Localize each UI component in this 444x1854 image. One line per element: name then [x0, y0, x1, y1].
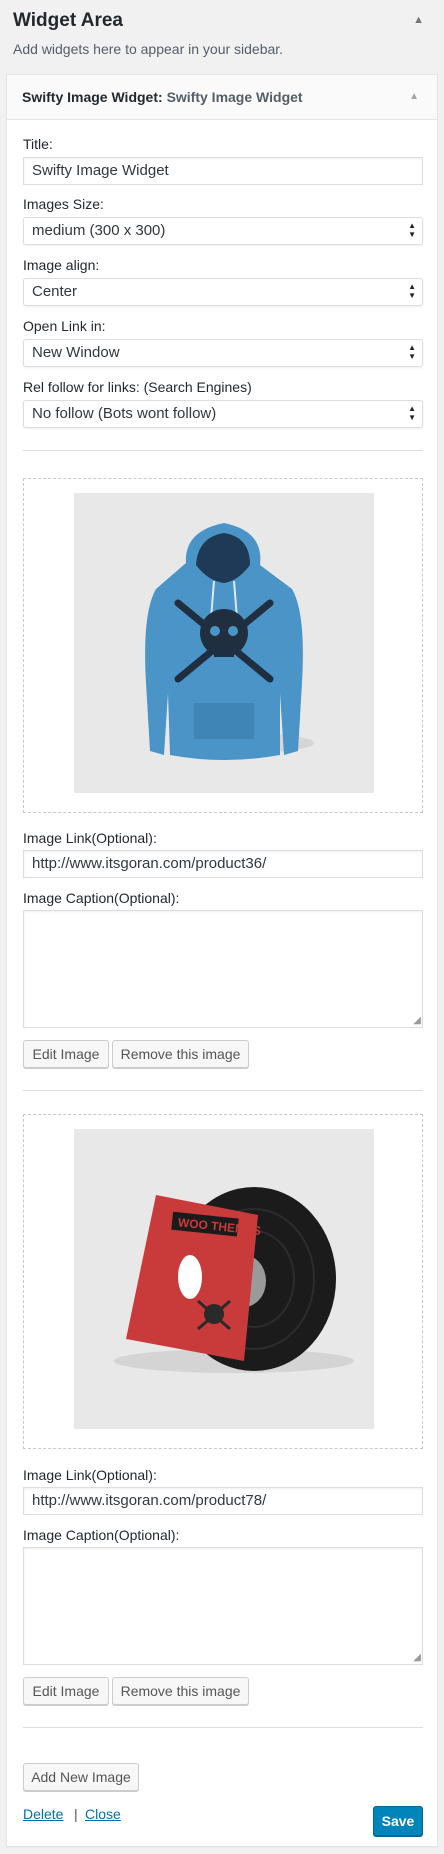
- edit-image-button[interactable]: Edit Image: [23, 1677, 109, 1705]
- widget-title: Swifty Image Widget: Swifty Image Widget: [22, 89, 303, 105]
- image-preview-box[interactable]: [23, 478, 423, 813]
- delete-link[interactable]: Delete: [23, 1806, 63, 1822]
- open-link-select[interactable]: New Window ▲ ▼: [23, 339, 423, 367]
- hoodie-illustration: [74, 493, 374, 793]
- hoodie-product-image: [74, 493, 374, 793]
- divider: [23, 1727, 423, 1728]
- select-arrows-icon: ▲ ▼: [408, 282, 416, 300]
- resize-grip-icon[interactable]: ◢: [413, 1652, 421, 1663]
- image-align-select[interactable]: Center ▲ ▼: [23, 278, 423, 306]
- image-size-select[interactable]: medium (300 x 300) ▲ ▼: [23, 217, 423, 245]
- rel-follow-label: Rel follow for links: (Search Engines): [23, 379, 252, 395]
- open-link-label: Open Link in:: [23, 318, 106, 334]
- close-link[interactable]: Close: [85, 1806, 121, 1822]
- resize-grip-icon[interactable]: ◢: [413, 1015, 421, 1026]
- image-size-value: medium (300 x 300): [32, 222, 166, 239]
- remove-image-button[interactable]: Remove this image: [112, 1677, 249, 1705]
- image-align-value: Center: [32, 283, 78, 300]
- vinyl-product-image: WOO THEMES: [74, 1129, 374, 1429]
- select-arrows-icon: ▲ ▼: [408, 404, 416, 422]
- image-link-input[interactable]: http://www.itsgoran.com/product36/: [23, 850, 423, 878]
- widget-area-description: Add widgets here to appear in your sideb…: [13, 41, 284, 57]
- edit-image-button[interactable]: Edit Image: [23, 1040, 109, 1068]
- image-caption-textarea[interactable]: ◢: [23, 910, 423, 1028]
- widget-name: Swifty Image Widget:: [22, 89, 163, 105]
- divider: [23, 450, 423, 451]
- widget-area-header[interactable]: Widget Area ▲ Add widgets here to appear…: [0, 0, 444, 74]
- rel-follow-select[interactable]: No follow (Bots wont follow) ▲ ▼: [23, 400, 423, 428]
- select-arrows-icon: ▲ ▼: [408, 221, 416, 239]
- image-link-label: Image Link(Optional):: [23, 830, 157, 846]
- save-button[interactable]: Save: [373, 1806, 423, 1836]
- link-separator: |: [74, 1806, 78, 1822]
- swifty-image-widget: Swifty Image Widget: Swifty Image Widget…: [6, 74, 438, 1847]
- widget-instance-title: Swifty Image Widget: [166, 89, 303, 105]
- image-size-label: Images Size:: [23, 196, 104, 212]
- image-preview-box[interactable]: WOO THEMES: [23, 1114, 423, 1449]
- vinyl-record-illustration: WOO THEMES: [74, 1129, 374, 1429]
- image-align-label: Image align:: [23, 257, 100, 273]
- divider: [23, 1090, 423, 1091]
- image-caption-label: Image Caption(Optional):: [23, 890, 180, 906]
- open-link-value: New Window: [32, 344, 120, 361]
- collapse-arrow-icon[interactable]: ▲: [413, 14, 424, 26]
- title-input[interactable]: Swifty Image Widget: [23, 157, 423, 185]
- image-link-label: Image Link(Optional):: [23, 1467, 157, 1483]
- widget-toggle-arrow-icon[interactable]: ▲: [409, 91, 419, 102]
- select-arrows-icon: ▲ ▼: [408, 343, 416, 361]
- widget-area-title: Widget Area: [13, 10, 123, 31]
- title-label: Title:: [23, 136, 53, 152]
- image-caption-textarea[interactable]: ◢: [23, 1547, 423, 1665]
- rel-follow-value: No follow (Bots wont follow): [32, 405, 217, 422]
- add-new-image-button[interactable]: Add New Image: [23, 1763, 139, 1791]
- image-caption-label: Image Caption(Optional):: [23, 1527, 180, 1543]
- remove-image-button[interactable]: Remove this image: [112, 1040, 249, 1068]
- image-link-input[interactable]: http://www.itsgoran.com/product78/: [23, 1487, 423, 1515]
- widget-header[interactable]: Swifty Image Widget: Swifty Image Widget…: [7, 75, 437, 120]
